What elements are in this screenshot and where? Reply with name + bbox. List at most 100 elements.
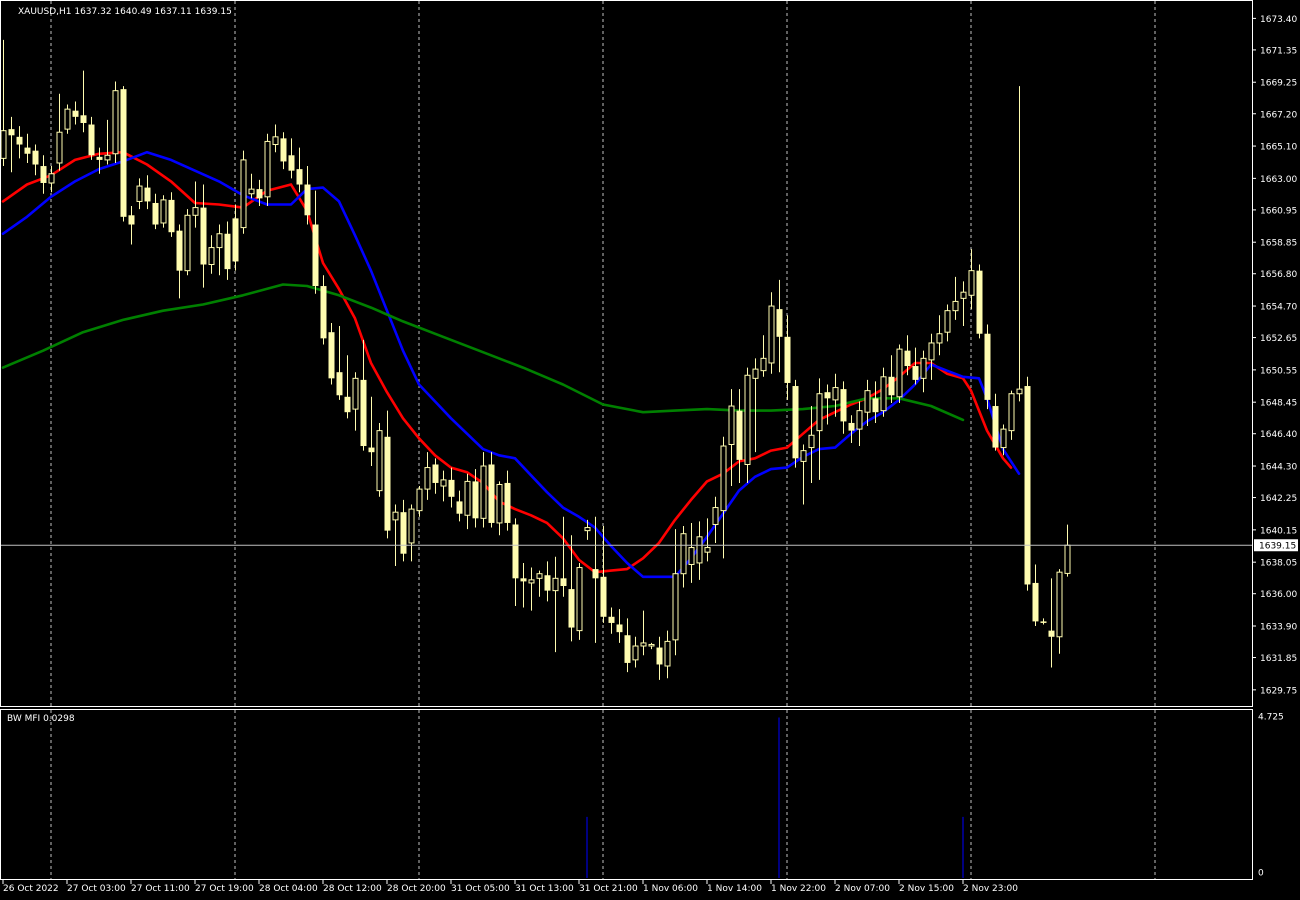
- candle: [608, 607, 615, 634]
- candle-body-bear: [560, 578, 567, 587]
- candle: [936, 315, 943, 356]
- candle-body-bear: [8, 129, 15, 136]
- candle-body-bear: [144, 187, 151, 202]
- candle-body-bear: [888, 376, 895, 396]
- candle-body-bear: [328, 332, 335, 379]
- candlesticks: [0, 39, 1071, 680]
- candle-body-bull: [264, 140, 271, 198]
- candle-body-bear: [1048, 630, 1055, 637]
- candle-body-bear: [1040, 621, 1047, 623]
- candle-body-bull: [136, 185, 143, 202]
- candle: [952, 276, 959, 320]
- time-tick-label: 28 Oct 04:00: [259, 884, 318, 894]
- candle: [88, 116, 95, 160]
- candle-body-bear: [776, 309, 783, 337]
- time-axis: 26 Oct 2022 27 Oct 03:00 27 Oct 11:00 27 Oc…: [2, 879, 1018, 894]
- time-tick-label: 26 Oct 2022: [3, 884, 59, 894]
- candle: [360, 339, 367, 451]
- candle-body-bull: [552, 577, 559, 592]
- price-tick-label: 1636.00: [1260, 590, 1297, 600]
- indicator-frame: [0, 709, 1253, 880]
- candle-body-bear: [616, 624, 623, 633]
- price-tick-label: 1646.40: [1260, 430, 1297, 440]
- price-tick-label: 1654.70: [1260, 303, 1297, 313]
- price-tick-label: 1663.00: [1260, 175, 1297, 185]
- price-tick-label: 1665.10: [1260, 143, 1297, 153]
- candle-body-bull: [800, 450, 807, 462]
- candle-body-bear: [472, 481, 479, 519]
- candle-body-bull: [760, 357, 767, 372]
- candle-body-bull: [728, 405, 735, 445]
- candle-body-bear: [320, 286, 327, 339]
- candle-body-bear: [168, 199, 175, 233]
- candle: [520, 562, 527, 608]
- time-tick-label: 31 Oct 05:00: [451, 884, 510, 894]
- candle: [456, 490, 463, 522]
- candle: [736, 389, 743, 483]
- candle: [1008, 390, 1015, 440]
- candle-body-bear: [912, 366, 919, 380]
- time-tick-label: 1 Nov 14:00: [707, 884, 762, 894]
- candle-body-bull: [64, 108, 71, 130]
- candle-body-bear: [504, 482, 511, 523]
- candle-body-bear: [312, 224, 319, 287]
- price-tick-label: 1638.05: [1260, 559, 1297, 569]
- candle: [984, 324, 991, 410]
- candle-body-bull: [768, 305, 775, 364]
- candle-body-bull: [352, 377, 359, 410]
- candle: [688, 522, 695, 583]
- candle: [536, 570, 543, 597]
- candle-body-bear: [80, 115, 87, 123]
- candle-body-bull: [688, 547, 695, 565]
- candle-body-bull: [216, 233, 223, 249]
- candle-body-bear: [384, 436, 391, 531]
- candle-body-bear: [24, 147, 31, 154]
- candle-body-bull: [424, 467, 431, 490]
- candle: [792, 379, 799, 468]
- candle: [760, 335, 767, 377]
- candle-body-bear: [224, 233, 231, 270]
- indicator-tick-label: 4.725: [1258, 713, 1284, 723]
- candle: [480, 452, 487, 528]
- candle: [680, 526, 687, 588]
- candle-body-bear: [40, 166, 47, 183]
- candle-body-bull: [720, 445, 727, 512]
- price-tick-label: 1631.85: [1260, 654, 1297, 664]
- candle-body-bull: [1000, 428, 1007, 449]
- candle-body-bull: [1008, 393, 1015, 432]
- candle: [144, 175, 151, 210]
- candle: [80, 70, 87, 133]
- candle-body-bear: [784, 336, 791, 383]
- time-tick-label: 2 Nov 15:00: [899, 884, 954, 894]
- candle-body-bull: [184, 214, 191, 272]
- candle-body-bear: [152, 202, 159, 225]
- candle: [16, 126, 23, 159]
- candle: [176, 224, 183, 299]
- candle-body-bull: [584, 527, 591, 532]
- candle-body-bull: [648, 643, 655, 647]
- candle-body-bull: [160, 199, 167, 224]
- candle-body-bear: [120, 89, 127, 217]
- candle: [272, 124, 279, 153]
- candle-body-bull: [952, 300, 959, 312]
- candle-body-bear: [1024, 386, 1031, 585]
- candle: [696, 521, 703, 580]
- candle: [168, 192, 175, 237]
- candle-body-bull: [248, 188, 255, 195]
- candle: [288, 138, 295, 179]
- candle-body-bull: [936, 333, 943, 344]
- price-tick-label: 1660.95: [1260, 206, 1297, 216]
- candle: [56, 93, 63, 171]
- candle: [344, 355, 351, 419]
- candle-body-bear: [16, 136, 23, 145]
- candle-body-bear: [456, 501, 463, 514]
- candle-body-bear: [360, 379, 367, 447]
- candle-body-bull: [496, 483, 503, 524]
- indicator-axis: 4.725 0: [1258, 713, 1284, 879]
- time-tick-label: 27 Oct 11:00: [131, 884, 190, 894]
- candle: [576, 562, 583, 640]
- candle: [368, 396, 375, 467]
- candle: [64, 104, 71, 134]
- candle-body-bull: [272, 136, 279, 146]
- price-tick-label: 1671.35: [1260, 46, 1297, 56]
